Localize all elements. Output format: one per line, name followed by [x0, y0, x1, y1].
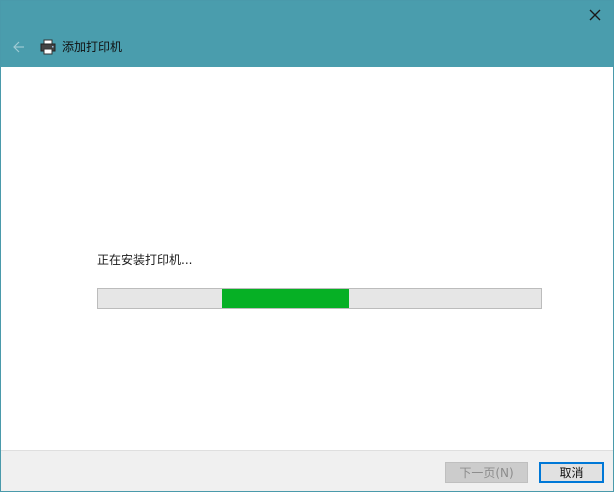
- title-bar: 添加打印机: [1, 1, 613, 67]
- cancel-button[interactable]: 取消: [539, 462, 604, 483]
- close-button[interactable]: [583, 3, 607, 27]
- back-button[interactable]: [9, 37, 29, 57]
- install-status-text: 正在安装打印机...: [97, 253, 193, 267]
- back-arrow-icon: [13, 41, 24, 53]
- next-button[interactable]: 下一页(N): [445, 462, 528, 483]
- window-title: 添加打印机: [62, 40, 123, 54]
- dialog-footer: 下一页(N) 取消: [1, 450, 613, 491]
- add-printer-window: 添加打印机 正在安装打印机... 下一页(N) 取消: [0, 0, 614, 492]
- install-progress-bar: [97, 288, 542, 309]
- printer-icon: [40, 39, 56, 55]
- progress-indicator: [222, 289, 349, 308]
- close-icon: [589, 9, 601, 21]
